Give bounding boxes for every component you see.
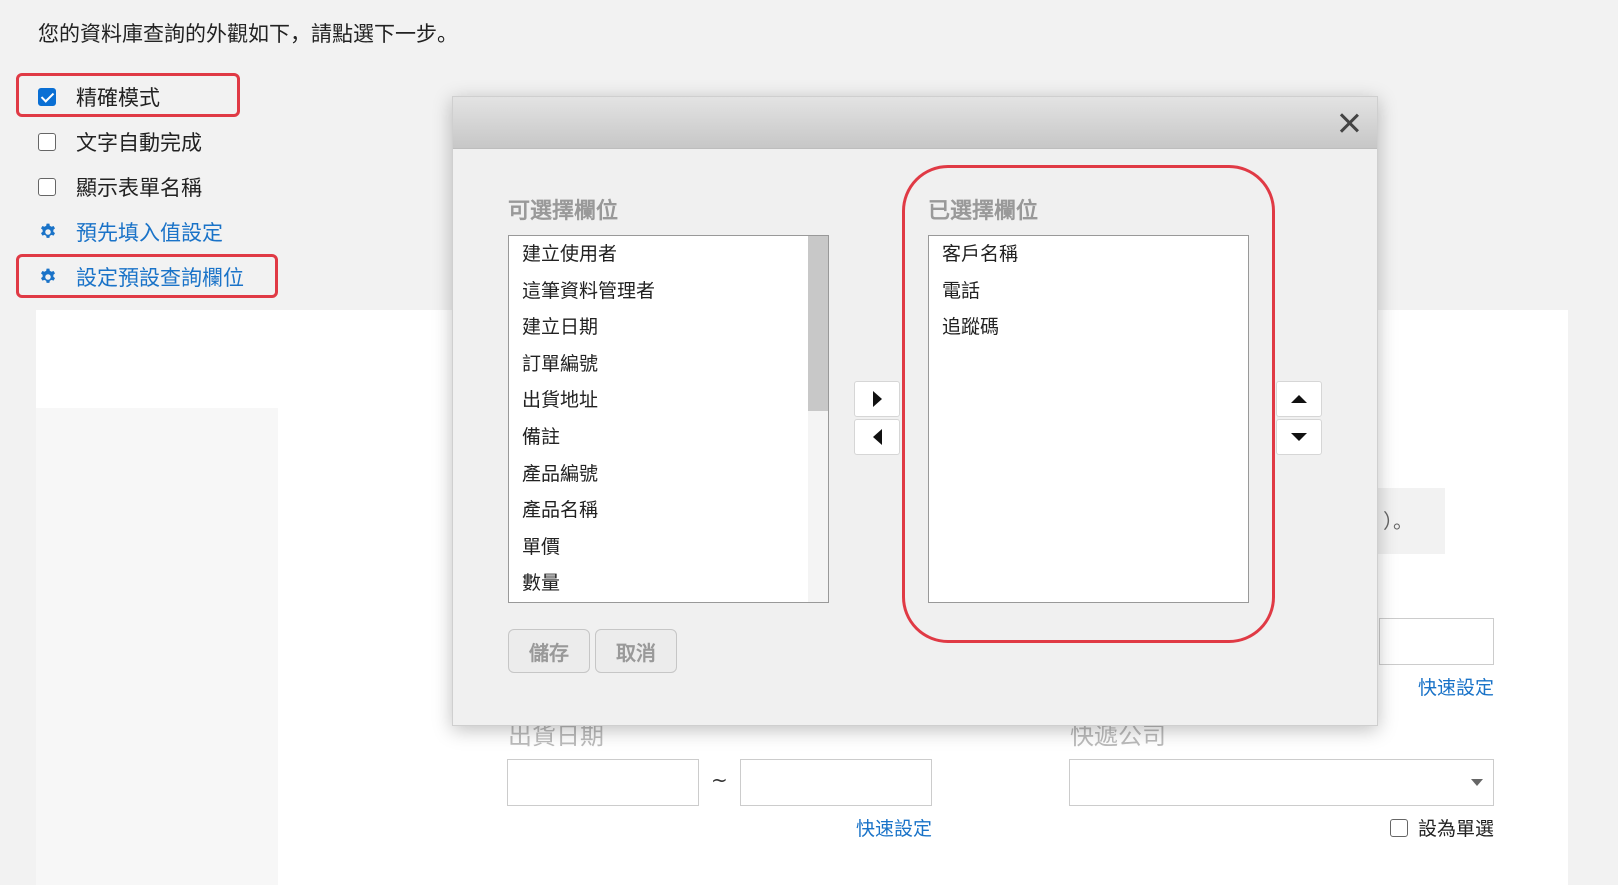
list-item[interactable]: 備註 — [509, 419, 828, 456]
arrow-down-icon — [1291, 433, 1307, 441]
move-up-button[interactable] — [1276, 381, 1322, 417]
ship-date-from-input[interactable] — [507, 759, 699, 806]
gear-icon — [41, 223, 55, 238]
list-item[interactable]: 訂單編號 — [509, 346, 828, 383]
range-separator: ~ — [711, 768, 728, 792]
show-form-name-option[interactable]: 顯示表單名稱 — [38, 170, 202, 204]
move-left-button[interactable] — [854, 419, 900, 455]
single-select-checkbox[interactable] — [1390, 818, 1408, 837]
list-item[interactable]: 數量 — [509, 565, 828, 602]
dialog-header — [453, 97, 1377, 149]
courier-select[interactable] — [1069, 759, 1494, 806]
form-preview-side — [36, 408, 278, 885]
quick-set-link[interactable]: 快速設定 — [1418, 673, 1494, 700]
list-item[interactable]: 建立使用者 — [509, 236, 828, 273]
list-item[interactable]: 出貨地址 — [509, 382, 828, 419]
arrow-right-icon — [872, 391, 882, 407]
highlight-precise-mode — [16, 73, 240, 117]
cancel-button[interactable]: 取消 — [595, 629, 677, 673]
list-item[interactable]: 建立日期 — [509, 309, 828, 346]
available-fields-list[interactable]: 建立使用者 這筆資料管理者 建立日期 訂單編號 出貨地址 備註 產品編號 產品名… — [508, 235, 829, 603]
autocomplete-label: 文字自動完成 — [76, 131, 202, 155]
caret-down-icon — [1471, 779, 1483, 786]
show-form-name-label: 顯示表單名稱 — [76, 176, 202, 200]
list-item[interactable]: 單價 — [509, 529, 828, 566]
show-form-name-checkbox[interactable] — [38, 178, 56, 196]
autocomplete-checkbox[interactable] — [38, 133, 56, 151]
single-select-label: 設為單選 — [1418, 818, 1495, 840]
move-down-button[interactable] — [1276, 419, 1322, 455]
highlight-selected-fields — [902, 165, 1275, 643]
close-icon[interactable] — [1337, 111, 1361, 135]
ship-date-to-input[interactable] — [740, 759, 932, 806]
partial-text: ）。 — [1375, 488, 1445, 554]
move-right-button[interactable] — [854, 381, 900, 417]
list-item[interactable]: 產品編號 — [509, 456, 828, 493]
autocomplete-option[interactable]: 文字自動完成 — [38, 125, 202, 159]
list-item[interactable]: 這筆資料管理者 — [509, 273, 828, 310]
prefill-settings-link[interactable]: 預先填入值設定 — [38, 215, 223, 249]
save-button[interactable]: 儲存 — [508, 629, 590, 673]
list-item[interactable]: 產品名稱 — [509, 492, 828, 529]
prefill-settings-label: 預先填入值設定 — [76, 221, 223, 245]
background-input[interactable] — [1379, 618, 1494, 665]
arrow-up-icon — [1291, 395, 1307, 403]
field-settings-dialog: 可選擇欄位 建立使用者 這筆資料管理者 建立日期 訂單編號 出貨地址 備註 產品… — [452, 96, 1378, 726]
arrow-left-icon — [872, 429, 882, 445]
available-fields-title: 可選擇欄位 — [508, 199, 619, 224]
highlight-default-fields — [16, 254, 278, 298]
instruction-text: 您的資料庫查詢的外觀如下，請點選下一步。 — [38, 22, 458, 46]
single-select-option[interactable]: 設為單選 — [1390, 814, 1494, 841]
scrollbar-thumb[interactable] — [808, 236, 828, 411]
quick-set-link-date[interactable]: 快速設定 — [856, 814, 932, 841]
